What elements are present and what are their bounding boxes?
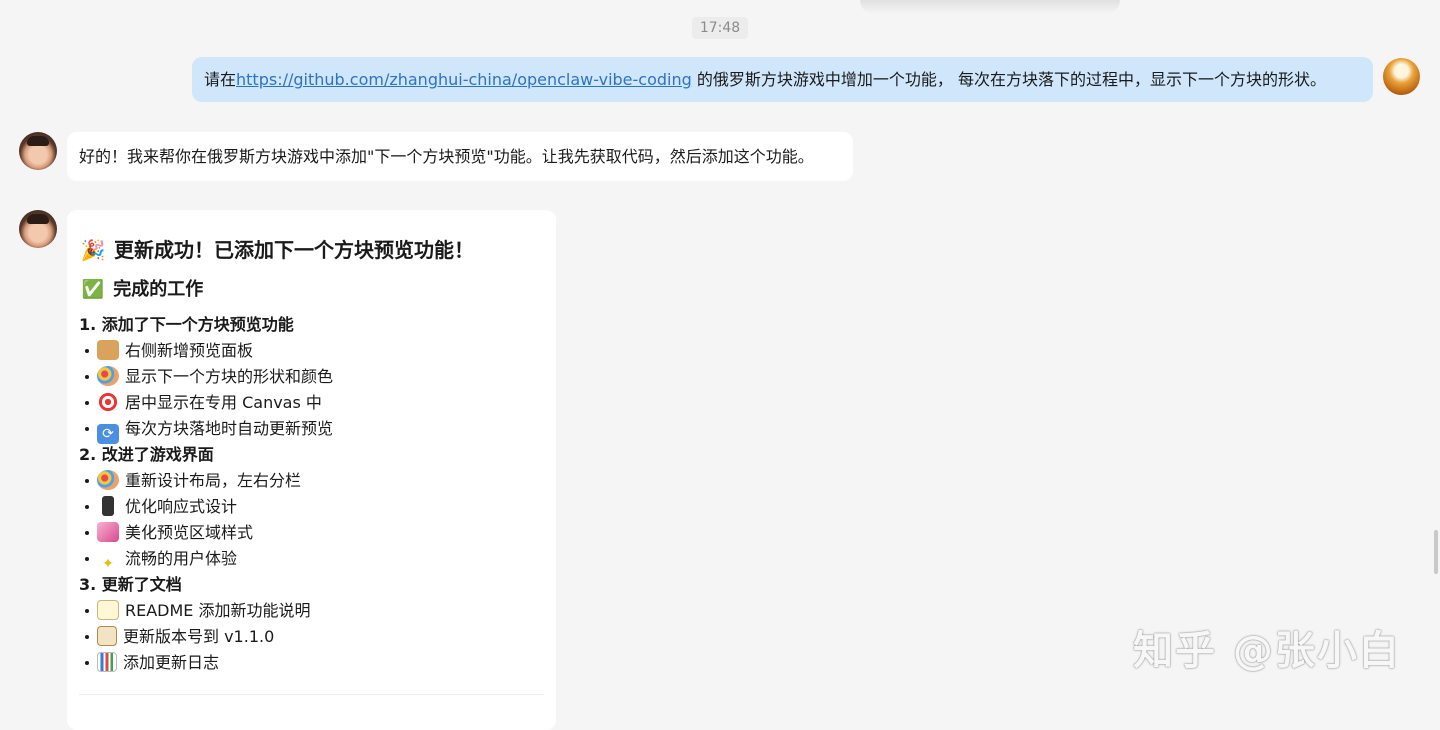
section-heading: 2. 改进了游戏界面 (79, 445, 214, 464)
message-subtitle: ✅ 完成的工作 (79, 274, 544, 306)
watermark: 知乎 @张小白 (1133, 628, 1401, 674)
scrollbar-thumb[interactable] (1434, 530, 1438, 574)
list-item-text: 显示下一个方块的形状和颜色 (125, 367, 334, 386)
list-item-text: 流畅的用户体验 (125, 549, 238, 568)
bot-update-message-bubble: 🎉 更新成功！已添加下一个方块预览功能！ ✅ 完成的工作 1. 添加了下一个方块… (67, 210, 556, 730)
list-item: 更新版本号到 v1.1.0 (79, 624, 544, 650)
list-item-text: 美化预览区域样式 (125, 523, 254, 542)
message-divider (79, 694, 544, 695)
list-item-text: 居中显示在专用 Canvas 中 (125, 393, 322, 412)
list-item: 右侧新增预览面板 (79, 338, 544, 364)
section-heading: 3. 更新了文档 (79, 575, 182, 594)
list-item-text: 右侧新增预览面板 (125, 341, 254, 360)
list-item-text: 添加更新日志 (123, 653, 220, 672)
clipboard-icon (97, 626, 117, 646)
message-title-text: 更新成功！已添加下一个方块预览功能！ (113, 238, 474, 262)
list-item-text: 更新版本号到 v1.1.0 (123, 627, 275, 646)
list-item: 重新设计布局，左右分栏 (79, 468, 544, 494)
list-item: 添加更新日志 (79, 650, 544, 676)
message-title: 🎉 更新成功！已添加下一个方块预览功能！ (79, 232, 544, 268)
top-shadow (860, 0, 1120, 14)
list-item: README 添加新功能说明 (79, 598, 544, 624)
refresh-icon: ⟳ (97, 424, 119, 444)
phone-icon (102, 496, 114, 516)
list-item: ✦ 流畅的用户体验 (79, 546, 544, 572)
bot-avatar[interactable] (19, 210, 57, 248)
message-subtitle-text: 完成的工作 (113, 279, 204, 300)
section-list: 右侧新增预览面板 显示下一个方块的形状和颜色 居中显示在专用 Canvas 中 … (79, 338, 544, 444)
target-icon (97, 392, 119, 412)
message-timestamp: 17:48 (692, 17, 748, 39)
bot-message-bubble: 好的！我来帮你在俄罗斯方块游戏中添加"下一个方块预览"功能。让我先获取代码，然后… (67, 132, 853, 181)
bar-chart-icon (97, 652, 117, 672)
memo-icon (97, 600, 119, 620)
user-message-bubble: 请在https://github.com/zhanghui-china/open… (192, 57, 1373, 102)
list-item-text: 每次方块落地时自动更新预览 (125, 419, 334, 438)
section-heading: 1. 添加了下一个方块预览功能 (79, 315, 294, 334)
section-list: 重新设计布局，左右分栏 优化响应式设计 美化预览区域样式 ✦ 流畅的用户体验 (79, 468, 544, 572)
list-item-text: README 添加新功能说明 (125, 601, 311, 620)
repo-link[interactable]: https://github.com/zhanghui-china/opencl… (236, 70, 692, 89)
list-item: 美化预览区域样式 (79, 520, 544, 546)
bot-avatar[interactable] (19, 132, 57, 170)
palette-icon (97, 470, 119, 490)
list-item-text: 优化响应式设计 (125, 497, 238, 516)
list-item: 居中显示在专用 Canvas 中 (79, 390, 544, 416)
sparkles-icon: ✦ (102, 556, 114, 572)
list-item-text: 重新设计布局，左右分栏 (125, 471, 302, 490)
nail-polish-icon (97, 522, 119, 542)
party-popper-icon: 🎉 (80, 238, 106, 262)
palette-icon (97, 366, 119, 386)
user-avatar[interactable] (1383, 58, 1420, 95)
user-message-prefix: 请在 (204, 70, 237, 89)
list-item: ⟳ 每次方块落地时自动更新预览 (79, 416, 544, 444)
list-item: 优化响应式设计 (79, 494, 544, 520)
package-icon (97, 340, 119, 360)
list-item: 显示下一个方块的形状和颜色 (79, 364, 544, 390)
check-mark-icon: ✅ (81, 279, 105, 300)
user-message-suffix: 的俄罗斯方块游戏中增加一个功能， 每次在方块落下的过程中，显示下一个方块的形状。 (691, 70, 1326, 89)
section-list: README 添加新功能说明 更新版本号到 v1.1.0 添加更新日志 (79, 598, 544, 676)
